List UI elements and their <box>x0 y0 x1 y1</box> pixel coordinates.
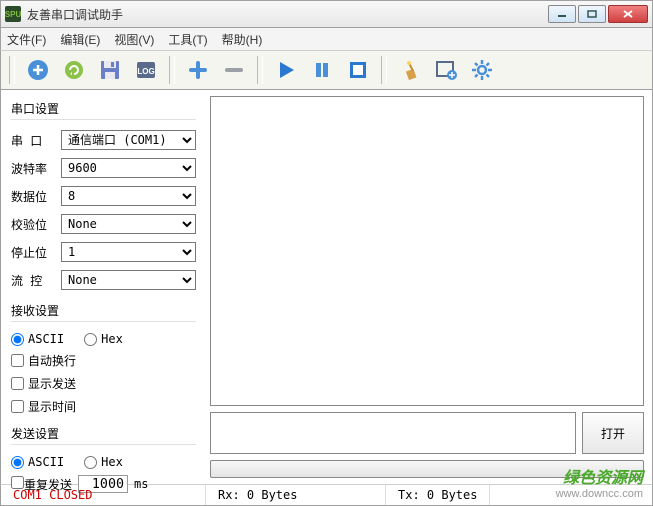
window-title: 友善串口调试助手 <box>27 6 548 23</box>
progress-bar <box>210 460 644 478</box>
save-icon[interactable] <box>95 55 125 85</box>
refresh-icon[interactable] <box>59 55 89 85</box>
recv-hex-radio[interactable]: Hex <box>84 332 123 346</box>
open-button[interactable]: 打开 <box>582 412 644 454</box>
recv-ascii-radio[interactable]: ASCII <box>11 332 64 346</box>
play-icon[interactable] <box>271 55 301 85</box>
stop-label: 停止位 <box>11 244 53 261</box>
minimize-button[interactable] <box>548 5 576 23</box>
pause-icon[interactable] <box>307 55 337 85</box>
statusbar: COM1 CLOSED Rx: 0 Bytes Tx: 0 Bytes <box>0 484 653 506</box>
titlebar: SPU 友善串口调试助手 <box>0 0 653 28</box>
parity-select[interactable]: None <box>61 214 196 234</box>
clear-icon[interactable] <box>395 55 425 85</box>
port-select[interactable]: 通信端口 (COM1) <box>61 130 196 150</box>
send-textarea[interactable] <box>210 412 576 454</box>
port-label: 串 口 <box>11 132 53 149</box>
showsend-checkbox[interactable]: 显示发送 <box>11 375 196 392</box>
send-section-title: 发送设置 <box>11 421 196 445</box>
plus-icon[interactable] <box>183 55 213 85</box>
add-window-icon[interactable] <box>431 55 461 85</box>
status-port: COM1 CLOSED <box>1 485 206 505</box>
stop-icon[interactable] <box>343 55 373 85</box>
svg-text:LOG: LOG <box>137 67 154 76</box>
status-rx: Rx: 0 Bytes <box>206 485 386 505</box>
receive-textarea[interactable] <box>210 96 644 406</box>
menu-file[interactable]: 文件(F) <box>7 31 46 48</box>
status-tx: Tx: 0 Bytes <box>386 485 490 505</box>
wrap-checkbox[interactable]: 自动换行 <box>11 352 196 369</box>
menubar: 文件(F) 编辑(E) 视图(V) 工具(T) 帮助(H) <box>0 28 653 50</box>
baud-select[interactable]: 9600 <box>61 158 196 178</box>
menu-tools[interactable]: 工具(T) <box>168 31 207 48</box>
data-label: 数据位 <box>11 188 53 205</box>
close-button[interactable] <box>608 5 648 23</box>
send-ascii-radio[interactable]: ASCII <box>11 455 64 469</box>
settings-panel: 串口设置 串 口通信端口 (COM1) 波特率 9600 数据位 8 校验位 None… <box>1 90 206 484</box>
data-select[interactable]: 8 <box>61 186 196 206</box>
baud-label: 波特率 <box>11 160 53 177</box>
send-hex-radio[interactable]: Hex <box>84 455 123 469</box>
maximize-button[interactable] <box>578 5 606 23</box>
recv-section-title: 接收设置 <box>11 298 196 322</box>
io-panel: 打开 <box>206 90 652 484</box>
log-icon[interactable]: LOG <box>131 55 161 85</box>
menu-view[interactable]: 视图(V) <box>114 31 154 48</box>
app-icon: SPU <box>5 6 21 22</box>
flow-select[interactable]: None <box>61 270 196 290</box>
new-tab-icon[interactable] <box>23 55 53 85</box>
toolbar: LOG <box>0 50 653 90</box>
menu-help[interactable]: 帮助(H) <box>222 31 263 48</box>
showtime-checkbox[interactable]: 显示时间 <box>11 398 196 415</box>
flow-label: 流 控 <box>11 272 53 289</box>
menu-edit[interactable]: 编辑(E) <box>60 31 100 48</box>
parity-label: 校验位 <box>11 216 53 233</box>
stop-select[interactable]: 1 <box>61 242 196 262</box>
settings-icon[interactable] <box>467 55 497 85</box>
minus-icon[interactable] <box>219 55 249 85</box>
serial-section-title: 串口设置 <box>11 96 196 120</box>
